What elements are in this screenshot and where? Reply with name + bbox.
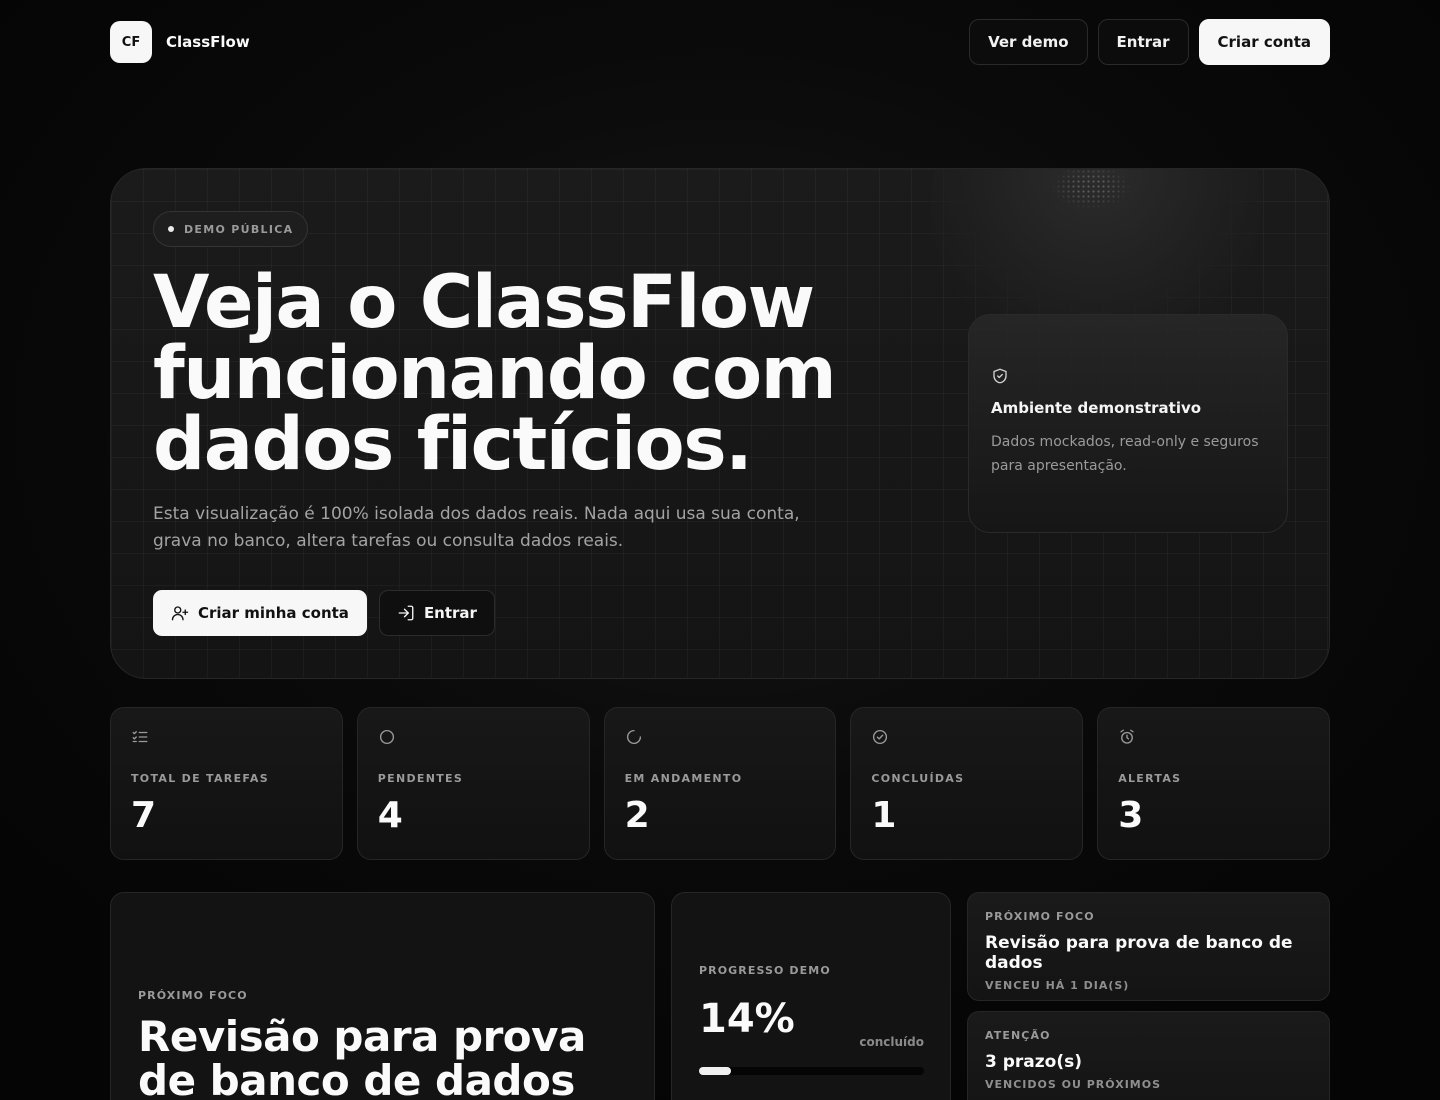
- signup-button[interactable]: Criar conta: [1198, 19, 1330, 65]
- next-focus-title: Revisão para prova de banco de dados: [138, 1012, 586, 1100]
- stat-value: 7: [131, 795, 157, 836]
- stat-label: CONCLUÍDAS: [871, 772, 965, 785]
- next-focus-card: PRÓXIMO FOCO Revisão para prova de banco…: [110, 892, 655, 1100]
- hero-section: DEMO PÚBLICA Veja o ClassFlow funcionand…: [110, 168, 1330, 679]
- stat-card-total: TOTAL DE TAREFAS 7: [110, 707, 343, 860]
- stat-card-in-progress: EM ANDAMENTO 2: [603, 707, 837, 860]
- side-card-eyebrow: ATENÇÃO: [985, 1029, 1051, 1042]
- stat-value: 1: [871, 795, 897, 836]
- view-demo-button[interactable]: Ver demo: [969, 19, 1088, 65]
- user-plus-icon: [171, 606, 189, 621]
- info-card-description: Dados mockados, read-only e seguros para…: [991, 434, 1259, 474]
- progress-bar: [699, 1067, 924, 1075]
- stat-label: PENDENTES: [377, 772, 464, 785]
- list-check-icon: [132, 731, 148, 743]
- hero-description: Esta visualização é 100% isolada dos dad…: [153, 504, 800, 551]
- hero-dots-decoration: [1051, 169, 1131, 219]
- hero-login-button[interactable]: Entrar: [378, 590, 495, 636]
- hero-actions: Criar minha conta Entrar: [153, 590, 495, 636]
- badge-dot-icon: [168, 226, 174, 232]
- demo-badge: DEMO PÚBLICA: [153, 211, 309, 247]
- stat-label: TOTAL DE TAREFAS: [131, 772, 269, 785]
- brand-name: ClassFlow: [166, 33, 250, 51]
- stats-row: TOTAL DE TAREFAS 7 PENDENTES 4 EM ANDAME…: [110, 707, 1330, 860]
- side-next-focus-card: PRÓXIMO FOCO Revisão para prova de banco…: [967, 892, 1330, 1001]
- create-account-button[interactable]: Criar minha conta: [153, 590, 367, 636]
- progress-percent: 14%: [699, 996, 795, 1042]
- create-account-label: Criar minha conta: [198, 604, 349, 622]
- login-icon: [398, 605, 414, 621]
- login-button[interactable]: Entrar: [1097, 19, 1189, 65]
- page-container: CF ClassFlow Ver demo Entrar Criar conta…: [110, 0, 1330, 1100]
- stat-label: EM ANDAMENTO: [624, 772, 743, 785]
- nav-actions: Ver demo Entrar Criar conta: [969, 19, 1330, 65]
- top-nav: CF ClassFlow Ver demo Entrar Criar conta: [110, 19, 1330, 65]
- stat-card-pending: PENDENTES 4: [356, 707, 590, 860]
- logo: CF: [110, 21, 152, 63]
- loader-icon: [626, 729, 641, 745]
- hero-title: Veja o ClassFlow funcionando com dados f…: [153, 266, 913, 481]
- progress-eyebrow: PROGRESSO DEMO: [699, 964, 831, 977]
- badge-label: DEMO PÚBLICA: [184, 222, 294, 236]
- stat-card-alerts: ALERTAS 3: [1097, 707, 1330, 860]
- progress-bar-fill: [699, 1067, 731, 1075]
- side-card-title: Revisão para prova de banco de dados: [985, 933, 1293, 973]
- demo-progress-card: PROGRESSO DEMO 14% concluído: [671, 892, 951, 1100]
- side-card-subtitle: VENCIDOS OU PRÓXIMOS: [985, 1078, 1162, 1091]
- next-focus-eyebrow: PRÓXIMO FOCO: [138, 989, 248, 1002]
- check-circle-icon: [873, 729, 888, 745]
- stat-value: 2: [624, 795, 650, 836]
- side-card-title: 3 prazo(s): [985, 1052, 1083, 1072]
- demo-environment-card: Ambiente demonstrativo Dados mockados, r…: [968, 314, 1288, 533]
- side-card-subtitle: VENCEU HÁ 1 DIA(S): [985, 979, 1130, 992]
- hero-title-line-3: dados fictícios.: [153, 402, 753, 487]
- info-card-title: Ambiente demonstrativo: [991, 399, 1202, 417]
- brand[interactable]: CF ClassFlow: [110, 21, 250, 63]
- alarm-clock-icon: [1120, 729, 1134, 744]
- stat-label: ALERTAS: [1118, 772, 1182, 785]
- hero-login-label: Entrar: [423, 604, 477, 622]
- progress-status: concluído: [859, 1035, 924, 1049]
- circle-icon: [379, 729, 394, 745]
- side-card-eyebrow: PRÓXIMO FOCO: [985, 910, 1095, 923]
- side-attention-card: ATENÇÃO 3 prazo(s) VENCIDOS OU PRÓXIMOS: [967, 1011, 1330, 1100]
- stat-value: 3: [1118, 795, 1144, 836]
- stat-value: 4: [377, 795, 403, 836]
- stat-card-completed: CONCLUÍDAS 1: [850, 707, 1084, 860]
- shield-check-icon: [993, 368, 1007, 384]
